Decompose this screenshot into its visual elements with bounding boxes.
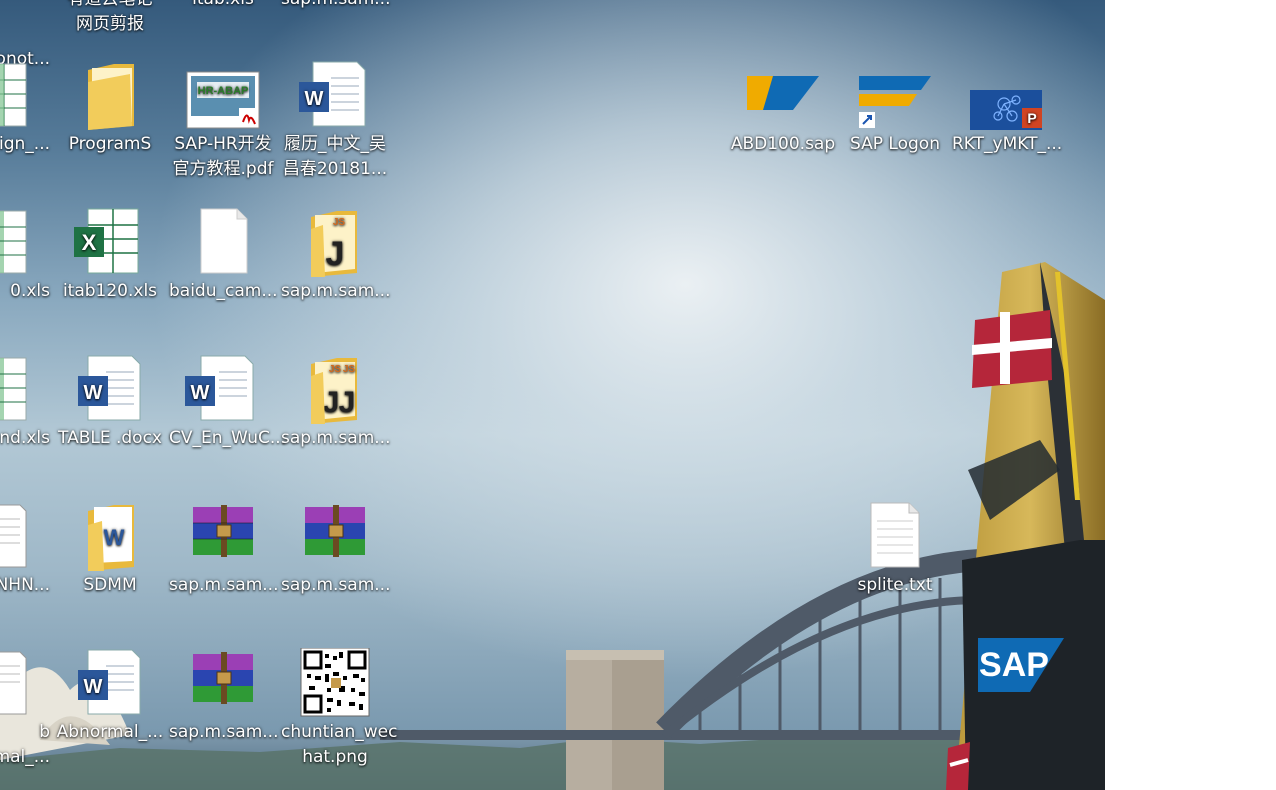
excel-file-icon [0,60,52,132]
icon-label: b mal_... [0,722,50,767]
icon-label: itab120.xls [62,281,158,301]
desktop-icon-c0r5[interactable]: b mal_... [0,648,52,770]
desktop-icon-c1r1[interactable]: ProgramS [54,60,166,157]
icon-label: 履历_中文_吴 昌春20181... [282,134,388,179]
icon-label: itab.xls [167,0,279,12]
winrar-archive-icon [279,501,391,573]
desktop-icon-c0r1[interactable]: aign_... [0,60,52,157]
svg-text:JS: JS [333,217,346,228]
sap-sail-logo: SAP [979,646,1049,684]
desktop-icon-c1r0[interactable]: 有道云笔记 网页剪报 [54,0,166,37]
word-file-icon: W [54,354,166,426]
desktop-icon-c1r5[interactable]: W Abnormal_... [54,648,166,745]
winrar-archive-icon [167,648,279,720]
text-file-icon [0,0,52,47]
icon-label: RKT_yMKT_... [952,134,1063,154]
desktop-icon-c2r2[interactable]: baidu_cam... [167,207,279,304]
svg-text:W: W [84,676,103,698]
icon-label: nd.xls [0,428,50,448]
svg-text:W: W [191,382,210,404]
blank-area [1105,0,1276,790]
desktop-icon-c1r4[interactable]: W SDMM [54,501,166,598]
word-file-icon: W [54,648,166,720]
desktop-icon-c3r2[interactable]: JS J sap.m.sam... [279,207,391,304]
desktop-icon-c3r3[interactable]: JS JS J J sap.m.sam... [279,354,391,451]
icon-label: CV_En_WuC... [169,428,287,448]
icon-label: 有道云笔记 网页剪报 [68,0,153,34]
excel-file-icon: X [54,207,166,279]
icon-label: TABLE .docx [58,428,162,448]
icon-label: Abnormal_... [56,722,164,742]
icon-label: splite.txt [857,575,933,595]
icon-label: sap.m.sam... [169,575,279,595]
icon-label: chuntian_wec hat.png [281,722,398,767]
word-file-icon: W [167,354,279,426]
icon-label: 0.xls [10,281,50,301]
svg-text:J: J [339,386,356,419]
svg-text:W: W [305,88,324,110]
icon-label: sap.m.sam... [281,281,391,301]
icon-label: ProgramS [68,134,152,154]
icon-label: baidu_cam... [169,281,278,301]
svg-text:JS: JS [329,364,342,375]
blank-file-icon [167,207,279,279]
svg-text:HR-ABAP: HR-ABAP [198,85,249,97]
icon-label: sap.m.sam... [281,575,391,595]
excel-file-icon [0,207,52,279]
desktop-icon-c2r1[interactable]: HR-ABAP SAP-HR开发 官方教程.pdf [167,60,279,182]
desktop-icon-c3r5[interactable]: chuntian_wec hat.png [279,648,398,770]
svg-text:W: W [84,382,103,404]
desktop-icon-c0r3[interactable]: nd.xls [0,354,52,451]
excel-file-icon [0,354,52,426]
desktop-icon-saplogon[interactable]: SAP Logon [839,70,951,157]
word-folder-icon: W [54,501,166,573]
icon-label: SDMM [83,575,137,595]
text-file-icon [0,501,52,573]
desktop-icon-splite[interactable]: splite.txt [839,501,951,598]
desktop-icon-c0r2[interactable]: 0.xls [0,207,52,304]
desktop-icon-c3r0[interactable]: sap.m.sam... [279,0,391,12]
qr-code-image-icon [279,648,391,720]
icon-label: sap.m.sam... [169,722,279,742]
sap-logon-icon [839,70,951,132]
pdf-file-icon: HR-ABAP [167,60,279,132]
icon-label: sap.m.sam... [279,0,391,12]
icon-label: SAP Logon [850,134,940,154]
folder-icon [54,60,166,132]
desktop-icon-c2r0[interactable]: itab.xls [167,0,279,12]
svg-text:W: W [104,525,125,550]
sap-shortcut-icon [727,70,839,132]
icon-label: SAP-HR开发 官方教程.pdf [172,134,274,179]
desktop-icon-c2r3[interactable]: W CV_En_WuC... [167,354,287,451]
svg-text:J: J [323,386,340,419]
winrar-archive-icon [167,501,279,573]
text-file-icon [0,648,52,720]
svg-text:X: X [82,230,97,255]
icon-label: ABD100.sap [730,134,836,154]
desktop-icon-c0r4[interactable]: NHN... [0,501,52,598]
powerpoint-file-icon: P [950,70,1062,132]
text-file-icon [839,501,951,573]
svg-text:JS: JS [343,364,356,375]
icon-label: sap.m.sam... [281,428,391,448]
js-folder-icon: JS JS J J [279,354,391,426]
desktop-icon-c2r5[interactable]: sap.m.sam... [167,648,279,745]
desktop-icon-c3r4[interactable]: sap.m.sam... [279,501,391,598]
desktop-icon-c2r4[interactable]: sap.m.sam... [167,501,279,598]
svg-text:P: P [1027,110,1036,126]
desktop-icon-c1r2[interactable]: X itab120.xls [54,207,166,304]
icon-label: NHN... [0,575,50,595]
js-folder-icon: JS J [279,207,391,279]
desktop: SAP onot... aign_... 0.xls [0,0,1105,790]
desktop-icon-rkt[interactable]: P RKT_yMKT_... [950,70,1062,157]
word-file-icon: W [279,60,391,132]
icon-label: aign_... [0,134,50,154]
desktop-icon-c1r3[interactable]: W TABLE .docx [54,354,166,451]
svg-text:J: J [326,235,345,273]
desktop-icon-c3r1[interactable]: W 履历_中文_吴 昌春20181... [279,60,391,182]
desktop-icon-abd100[interactable]: ABD100.sap [727,70,839,157]
